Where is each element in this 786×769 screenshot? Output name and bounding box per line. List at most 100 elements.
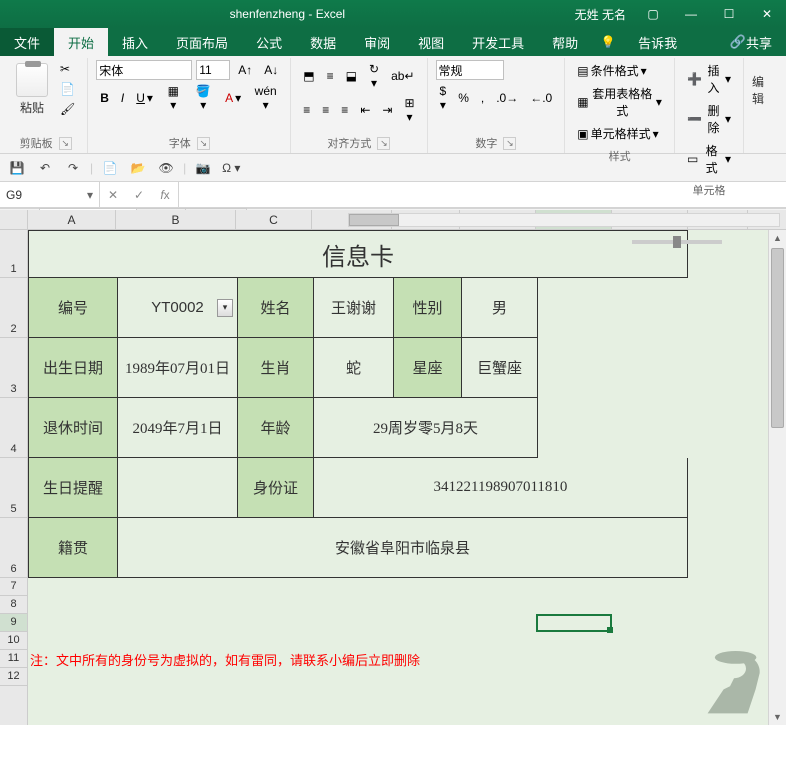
zoom-slider[interactable]	[632, 240, 722, 244]
tab-view[interactable]: 视图	[404, 28, 458, 56]
save-icon[interactable]: 💾	[6, 157, 28, 179]
accounting-button[interactable]: $ ▾	[436, 82, 451, 114]
bold-button[interactable]: B	[96, 89, 113, 107]
ribbon-display-icon[interactable]: ▢	[634, 0, 672, 28]
font-size-combo[interactable]	[196, 60, 230, 80]
row-4[interactable]: 4	[0, 398, 27, 458]
tab-formulas[interactable]: 公式	[242, 28, 296, 56]
row-12[interactable]: 12	[0, 668, 27, 686]
format-table-button[interactable]: ▦ 套用表格格式 ▾	[573, 83, 666, 121]
row-1[interactable]: 1	[0, 230, 27, 278]
row-2[interactable]: 2	[0, 278, 27, 338]
align-top-button[interactable]: ⬒	[299, 67, 318, 85]
scroll-up-icon[interactable]: ▲	[769, 230, 786, 246]
row-3[interactable]: 3	[0, 338, 27, 398]
row-6[interactable]: 6	[0, 518, 27, 578]
align-right-button[interactable]: ≡	[337, 101, 352, 119]
cut-button[interactable]: ✂	[56, 60, 79, 78]
align-launcher-icon[interactable]: ↘	[377, 137, 390, 150]
minimize-icon[interactable]: —	[672, 0, 710, 28]
italic-button[interactable]: I	[117, 89, 128, 107]
user-name[interactable]: 无姓 无名	[575, 6, 626, 23]
number-launcher-icon[interactable]: ↘	[503, 137, 516, 150]
increase-font-button[interactable]: A↑	[234, 61, 256, 79]
open-icon[interactable]: 📂	[127, 157, 149, 179]
font-color-button[interactable]: A ▾	[221, 89, 245, 107]
increase-decimal-button[interactable]: .0→	[492, 89, 522, 107]
decrease-indent-button[interactable]: ⇤	[356, 101, 374, 119]
share-button[interactable]: 🔗 共享	[716, 28, 786, 56]
omega-icon[interactable]: Ω ▾	[220, 157, 242, 179]
row-10[interactable]: 10	[0, 632, 27, 650]
format-cells-button[interactable]: ▭ 格式 ▾	[683, 140, 735, 178]
orientation-button[interactable]: ↻ ▾	[365, 60, 383, 92]
tab-help[interactable]: 帮助	[538, 28, 592, 56]
fill-color-button[interactable]: 🪣 ▾	[190, 82, 218, 114]
name-box[interactable]: G9 ▾	[0, 182, 100, 207]
delete-cells-button[interactable]: ➖ 删除 ▾	[683, 100, 735, 138]
horizontal-scrollbar[interactable]	[348, 213, 780, 227]
increase-indent-button[interactable]: ⇥	[378, 101, 396, 119]
row-9[interactable]: 9	[0, 614, 27, 632]
redo-icon[interactable]: ↷	[62, 157, 84, 179]
font-launcher-icon[interactable]: ↘	[197, 137, 210, 150]
wrap-text-button[interactable]: ab↵	[387, 67, 418, 85]
percent-button[interactable]: %	[454, 89, 473, 107]
tab-home[interactable]: 开始	[54, 28, 108, 56]
zoom-knob[interactable]	[673, 236, 681, 248]
copy-button[interactable]: 📄	[56, 80, 79, 98]
decrease-decimal-button[interactable]: ←.0	[526, 89, 556, 107]
row-11[interactable]: 11	[0, 650, 27, 668]
conditional-format-button[interactable]: ▤ 条件格式 ▾	[573, 60, 650, 81]
tab-developer[interactable]: 开发工具	[458, 28, 538, 56]
merge-center-button[interactable]: ⊞ ▾	[400, 94, 418, 126]
vertical-scrollbar[interactable]: ▲ ▼	[768, 230, 786, 725]
editing-label[interactable]: 编辑	[752, 73, 774, 107]
align-center-button[interactable]: ≡	[318, 101, 333, 119]
new-icon[interactable]: 📄	[99, 157, 121, 179]
maximize-icon[interactable]: ☐	[710, 0, 748, 28]
align-middle-button[interactable]: ≡	[323, 67, 338, 85]
lightbulb-icon[interactable]: 💡	[592, 28, 624, 56]
cell-styles-button[interactable]: ▣ 单元格样式 ▾	[573, 123, 662, 144]
font-name-combo[interactable]	[96, 60, 192, 80]
paste-button[interactable]: 粘贴	[12, 61, 52, 118]
row-5[interactable]: 5	[0, 458, 27, 518]
select-all-corner[interactable]	[0, 210, 28, 229]
scroll-thumb[interactable]	[771, 248, 784, 428]
align-left-button[interactable]: ≡	[299, 101, 314, 119]
col-A[interactable]: A	[28, 210, 116, 229]
insert-cells-button[interactable]: ➕ 插入 ▾	[683, 60, 735, 98]
camera-icon[interactable]: 📷	[192, 157, 214, 179]
undo-icon[interactable]: ↶	[34, 157, 56, 179]
id-dropdown-icon[interactable]: ▾	[217, 299, 233, 317]
border-button[interactable]: ▦ ▾	[161, 82, 186, 114]
tab-review[interactable]: 审阅	[350, 28, 404, 56]
tab-data[interactable]: 数据	[296, 28, 350, 56]
tell-me[interactable]: 告诉我	[624, 28, 691, 56]
cancel-formula-icon[interactable]: ✕	[100, 188, 126, 202]
fx-icon[interactable]: fx	[152, 188, 178, 202]
decrease-font-button[interactable]: A↓	[260, 61, 282, 79]
value-id[interactable]: YT0002 ▾	[118, 278, 238, 338]
scroll-down-icon[interactable]: ▼	[769, 709, 786, 725]
number-format-combo[interactable]	[436, 60, 504, 80]
col-B[interactable]: B	[116, 210, 236, 229]
tab-file[interactable]: 文件	[0, 28, 54, 56]
row-8[interactable]: 8	[0, 596, 27, 614]
enter-formula-icon[interactable]: ✓	[126, 188, 152, 202]
underline-button[interactable]: U ▾	[132, 89, 157, 107]
col-C[interactable]: C	[236, 210, 312, 229]
preview-icon[interactable]: 👁	[155, 157, 177, 179]
cells-area[interactable]: 信息卡 编号 YT0002 ▾ 姓名 王谢谢 性别 男 出生日期 1989年07…	[28, 230, 786, 725]
phonetic-button[interactable]: wén ▾	[249, 82, 282, 114]
format-painter-button[interactable]: 🖌	[56, 100, 79, 118]
clipboard-launcher-icon[interactable]: ↘	[59, 137, 72, 150]
tab-layout[interactable]: 页面布局	[162, 28, 242, 56]
align-bottom-button[interactable]: ⬓	[342, 67, 361, 85]
comma-button[interactable]: ,	[477, 89, 488, 107]
tab-insert[interactable]: 插入	[108, 28, 162, 56]
formula-input[interactable]	[179, 182, 786, 207]
namebox-dropdown-icon[interactable]: ▾	[87, 188, 93, 202]
hscroll-thumb[interactable]	[349, 214, 399, 226]
